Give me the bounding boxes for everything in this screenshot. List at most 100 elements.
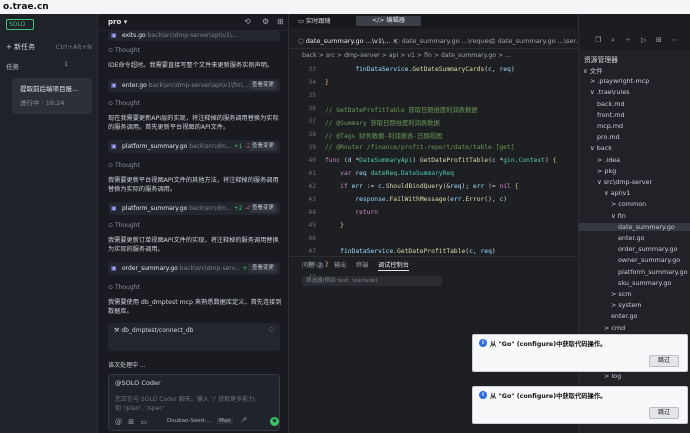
tab-debug-console[interactable]: 调试控制台 xyxy=(378,260,409,271)
breadcrumb[interactable]: back > src > dmp-server > api > v1 > fin… xyxy=(302,52,511,59)
code-line: } xyxy=(325,79,329,86)
tree-item[interactable]: owner_summary.go xyxy=(579,256,680,264)
refresh-icon[interactable]: ⟲ xyxy=(244,17,251,26)
search-icon[interactable]: ⌕ xyxy=(611,36,615,45)
window-title: o.trae.cn xyxy=(0,0,690,14)
filter-input[interactable]: 筛选器(例如 text, !exclude) xyxy=(302,276,442,286)
skip-button[interactable]: 跳过 xyxy=(649,355,679,367)
chat-input-box[interactable]: @SOLO Coder 您正在与 SOLO Coder 聊天。输入 '/' 获取… xyxy=(108,374,280,431)
tree-item[interactable]: front.md xyxy=(579,111,625,119)
gear-icon[interactable]: ⚙ xyxy=(262,17,269,26)
tasks-label: 任务 xyxy=(6,63,19,71)
spinner-icon: ◌ xyxy=(268,326,274,333)
go-file-icon: ▣ xyxy=(111,32,117,39)
file-change-row[interactable]: ▣ exits.go back\src\dmp-server\api\v1\..… xyxy=(108,31,280,41)
panel-tabs: 问题 2 输出 终端 调试控制台 xyxy=(290,256,577,271)
thought-label[interactable]: ⊙ Thought xyxy=(108,47,140,54)
mic-icon[interactable]: 🎤︎ xyxy=(240,418,247,424)
skip-button[interactable]: 跳过 xyxy=(649,407,679,419)
tree-item[interactable]: ∨ .trae\rules xyxy=(579,88,630,96)
file-change-row[interactable]: ▣ order_summary.go back\src\dmp-serv... … xyxy=(108,262,280,275)
tree-item[interactable]: pro.md xyxy=(579,133,620,141)
tab-terminal[interactable]: 终端 xyxy=(356,260,368,269)
info-icon: i xyxy=(479,339,487,347)
tree-item[interactable]: ∨ 文件 xyxy=(579,66,603,75)
tree-item[interactable]: back.md xyxy=(579,100,625,108)
task-card[interactable]: 提取前后端项目报... 进行中 · 16:24 xyxy=(12,78,92,114)
go-file-icon: ▣ xyxy=(111,143,117,150)
tree-item[interactable]: > scm xyxy=(579,290,631,298)
view-changes-button[interactable]: 查看变更 xyxy=(248,142,277,151)
debug-icon[interactable]: ▷ xyxy=(641,36,646,44)
notification-text: 从 "Go" (configure)中获取代码操作。 xyxy=(490,393,607,400)
tree-item[interactable]: > cmd xyxy=(579,324,625,332)
info-icon: i xyxy=(479,391,487,399)
code-line: finDataService.GetDateProfitTable(c, req… xyxy=(340,248,496,255)
tree-item[interactable]: sku_summary.go xyxy=(579,279,671,287)
view-changes-button[interactable]: 查看变更 xyxy=(248,264,277,273)
notification-text: 从 "Go" (configure)中获取代码操作。 xyxy=(490,341,607,348)
go-file-icon: ▣ xyxy=(111,82,117,89)
agent-mention[interactable]: @SOLO Coder xyxy=(115,379,161,387)
tree-item[interactable]: ∨ back xyxy=(579,144,612,152)
tree-item[interactable]: platform_summary.go xyxy=(579,268,688,276)
image-icon[interactable]: ▭ xyxy=(140,418,147,426)
tree-item[interactable]: date_summary.go xyxy=(579,222,690,231)
left-sidebar: SOLO + 新任务 Ctrl+Alt+N 任务 1 提取前后端项目报... 进… xyxy=(0,14,98,433)
tab-output[interactable]: 输出 xyxy=(334,260,346,269)
model-selector[interactable]: Doubao-Seed-... Max 🎤︎ xyxy=(167,418,247,424)
view-changes-button[interactable]: 查看变更 xyxy=(248,81,277,90)
tasks-header: 任务 1 xyxy=(6,60,68,71)
tool-icon: ⚒ xyxy=(114,327,120,334)
tree-item[interactable]: mcp.md xyxy=(579,122,623,130)
tree-item[interactable]: ∨ api\v1 xyxy=(579,189,630,197)
file-tabs: ◌ date_summary.go ...\v1\... × ◌ date_su… xyxy=(290,36,582,49)
chat-input[interactable]: 您正在与 SOLO Coder 聊天。输入 '/' 获取更多能力，如 '/pla… xyxy=(115,395,265,413)
processing-status: 该次处理中 ... xyxy=(108,362,146,369)
hash-icon[interactable]: ⊞ xyxy=(128,418,134,426)
assistant-message: 现在我需要更新API层的实现，将注释掉的服务调用替换为实际的服务调用。首先更新平… xyxy=(108,115,279,131)
at-icon[interactable]: @ xyxy=(115,418,122,426)
notification-toast: i 从 "Go" (configure)中获取代码操作。 跳过 xyxy=(472,334,688,372)
tab-date-summary-service[interactable]: ◌ date_summary.go ...\ser... xyxy=(490,37,582,45)
tree-item[interactable]: > .playwright-mcp xyxy=(579,77,649,85)
code-line: func (d *DateSummaryApi) GetDateProfitTa… xyxy=(325,157,557,164)
file-change-row[interactable]: ▣ platform_summary.go back\src\dm... +1 … xyxy=(108,140,280,153)
new-task-shortcut: Ctrl+Alt+N xyxy=(55,43,92,51)
extensions-icon[interactable]: ⊞ xyxy=(656,36,662,44)
tree-item[interactable]: enter.go xyxy=(579,312,637,320)
follow-toggle[interactable]: ▭ 实时跟随 xyxy=(298,16,331,25)
send-button[interactable]: ◉ xyxy=(270,417,279,426)
explorer-toolbar: ❐ ⌕ ⑂ ▷ ⊞ ⋯ xyxy=(579,14,690,50)
files-icon[interactable]: ❐ xyxy=(595,36,601,44)
thought-label[interactable]: ⊙ Thought xyxy=(108,162,140,169)
file-change-row[interactable]: ▣ platform_summary.go back\src\dm... +2 … xyxy=(108,202,280,215)
editor-toggle[interactable]: </> 编辑器 xyxy=(356,16,421,26)
source-control-icon[interactable]: ⑂ xyxy=(626,36,630,44)
tab-problems[interactable]: 问题 2 xyxy=(302,260,325,269)
go-file-icon: ▣ xyxy=(111,265,117,272)
tree-item[interactable]: > system xyxy=(579,301,642,309)
thought-label[interactable]: ⊙ Thought xyxy=(108,222,140,229)
more-icon[interactable]: ⋯ xyxy=(671,36,678,44)
tree-item[interactable]: > pkg xyxy=(579,167,616,175)
new-task-button[interactable]: + 新任务 Ctrl+Alt+N xyxy=(6,40,92,54)
tree-item[interactable]: order_summary.go xyxy=(579,245,677,253)
grid-icon[interactable]: ⊞ xyxy=(277,17,284,26)
tree-item[interactable]: ∨ fin xyxy=(579,212,626,220)
code-line: // @Router /finance/profit-report/date/t… xyxy=(325,144,515,151)
assistant-message: 我需要更新订单视图API文件的实现，将注释掉的服务调用替换为实际的服务调用。 xyxy=(108,237,279,253)
tab-date-summary-request[interactable]: ◌ date_summary.go ...\request xyxy=(394,37,495,45)
mcp-tool-call[interactable]: ⚒ db_dmptest/connect_db ◌ xyxy=(108,323,280,351)
view-changes-button[interactable]: 查看变更 xyxy=(248,204,277,213)
file-change-row[interactable]: ▣ enter.go back\src\dmp-server\api\v1\fi… xyxy=(108,79,280,92)
project-selector[interactable]: pro ▾ xyxy=(108,18,127,26)
tab-date-summary-v1[interactable]: ◌ date_summary.go ...\v1\... × xyxy=(298,37,398,45)
tree-item[interactable]: > common xyxy=(579,200,646,208)
thought-label[interactable]: ⊙ Thought xyxy=(108,100,140,107)
thought-label[interactable]: ⊙ Thought xyxy=(108,284,140,291)
tree-item[interactable]: > log xyxy=(579,372,621,380)
tree-item[interactable]: > .idea xyxy=(579,156,620,164)
tree-item[interactable]: enter.go xyxy=(579,234,644,242)
tree-item[interactable]: ∨ src\dmp-server xyxy=(579,178,652,186)
